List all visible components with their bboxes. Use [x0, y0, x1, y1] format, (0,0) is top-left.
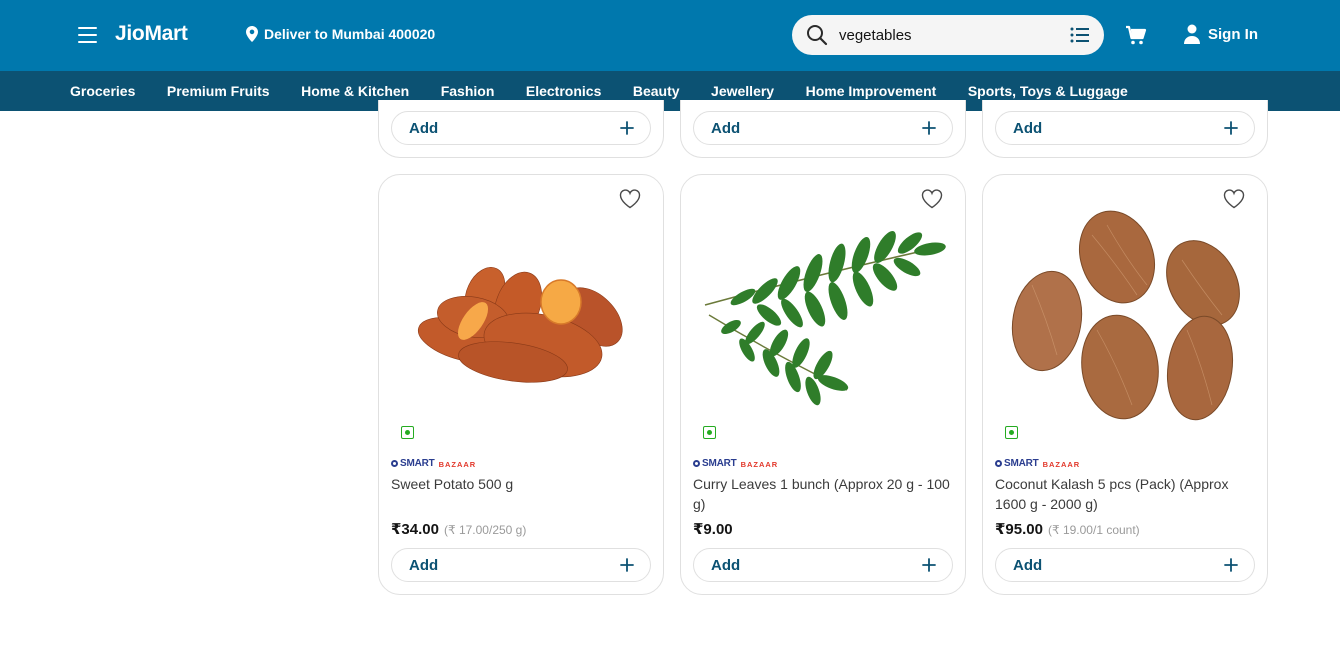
plus-icon	[1224, 121, 1238, 135]
add-button[interactable]: Add	[693, 548, 953, 582]
product-card-coconut-kalash[interactable]: SMART BAZAAR Coconut Kalash 5 pcs (Pack)…	[982, 174, 1268, 595]
add-button[interactable]: Add	[391, 548, 651, 582]
nav-item-fashion[interactable]: Fashion	[441, 83, 495, 99]
product-image-coconut-kalash[interactable]	[997, 205, 1255, 433]
sign-in-button[interactable]: Sign In	[1183, 24, 1258, 44]
nav-item-electronics[interactable]: Electronics	[526, 83, 601, 99]
price-block: ₹95.00 (₹ 19.00/1 count)	[995, 520, 1140, 538]
plus-icon	[620, 121, 634, 135]
add-label: Add	[711, 557, 741, 574]
nav-item-home-kitchen[interactable]: Home & Kitchen	[301, 83, 409, 99]
product-title[interactable]: Coconut Kalash 5 pcs (Pack) (Approx 1600…	[995, 474, 1253, 514]
search-icon[interactable]	[806, 24, 828, 46]
brand-main: SMART	[702, 458, 737, 469]
product-price: ₹95.00	[995, 521, 1043, 538]
brand-sub: BAZAAR	[740, 460, 779, 469]
product-card-curry-leaves[interactable]: SMART BAZAAR Curry Leaves 1 bunch (Appro…	[680, 174, 966, 595]
add-label: Add	[1013, 557, 1043, 574]
product-image-sweet-potato[interactable]	[393, 205, 651, 433]
nav-item-sports-toys-luggage[interactable]: Sports, Toys & Luggage	[968, 83, 1128, 99]
plus-icon	[922, 558, 936, 572]
menu-icon[interactable]	[78, 27, 97, 43]
veg-indicator-icon	[1005, 426, 1018, 439]
add-button[interactable]: Add	[995, 111, 1255, 145]
nav-item-beauty[interactable]: Beauty	[633, 83, 680, 99]
add-button[interactable]: Add	[391, 111, 651, 145]
unit-price: (₹ 19.00/1 count)	[1047, 523, 1140, 537]
product-price: ₹9.00	[693, 521, 733, 538]
cart-icon[interactable]	[1125, 24, 1147, 46]
price-block: ₹9.00	[693, 520, 738, 538]
deliver-location-text: Deliver to Mumbai 400020	[264, 26, 436, 42]
top-header: JioMart Deliver to Mumbai 400020 vegetab…	[0, 0, 1340, 71]
jiomart-logo[interactable]: JioMart	[115, 22, 188, 46]
deliver-location[interactable]: Deliver to Mumbai 400020	[246, 26, 435, 42]
brand-main: SMART	[1004, 458, 1039, 469]
sign-in-label: Sign In	[1208, 25, 1258, 43]
product-card: Add	[378, 100, 664, 158]
search-bar[interactable]	[792, 15, 1104, 55]
unit-price: (₹ 17.00/250 g)	[443, 523, 527, 537]
product-image-curry-leaves[interactable]	[695, 205, 953, 433]
price-block: ₹34.00 (₹ 17.00/250 g)	[391, 520, 526, 538]
plus-icon	[620, 558, 634, 572]
brand-sub: BAZAAR	[438, 460, 477, 469]
product-card-sweet-potato[interactable]: SMART BAZAAR Sweet Potato 500 g ₹34.00 (…	[378, 174, 664, 595]
user-icon	[1184, 24, 1200, 44]
brand-logo-smart-bazaar: SMART BAZAAR	[391, 458, 476, 469]
list-icon[interactable]	[1070, 26, 1090, 44]
product-title[interactable]: Sweet Potato 500 g	[391, 474, 649, 494]
product-card: Add	[680, 100, 966, 158]
product-title[interactable]: Curry Leaves 1 bunch (Approx 20 g - 100 …	[693, 474, 951, 514]
add-label: Add	[409, 120, 439, 137]
nav-item-groceries[interactable]: Groceries	[70, 83, 135, 99]
add-label: Add	[409, 557, 439, 574]
brand-sub: BAZAAR	[1042, 460, 1081, 469]
product-card: Add	[982, 100, 1268, 158]
add-label: Add	[711, 120, 741, 137]
add-label: Add	[1013, 120, 1043, 137]
brand-main: SMART	[400, 458, 435, 469]
search-input[interactable]	[839, 24, 1059, 46]
veg-indicator-icon	[703, 426, 716, 439]
nav-item-premium-fruits[interactable]: Premium Fruits	[167, 83, 270, 99]
add-button[interactable]: Add	[693, 111, 953, 145]
plus-icon	[922, 121, 936, 135]
product-price: ₹34.00	[391, 521, 439, 538]
brand-logo-smart-bazaar: SMART BAZAAR	[995, 458, 1080, 469]
brand-logo-smart-bazaar: SMART BAZAAR	[693, 458, 778, 469]
add-button[interactable]: Add	[995, 548, 1255, 582]
veg-indicator-icon	[401, 426, 414, 439]
location-pin-icon	[246, 26, 258, 42]
plus-icon	[1224, 558, 1238, 572]
nav-item-jewellery[interactable]: Jewellery	[711, 83, 774, 99]
nav-item-home-improvement[interactable]: Home Improvement	[806, 83, 937, 99]
